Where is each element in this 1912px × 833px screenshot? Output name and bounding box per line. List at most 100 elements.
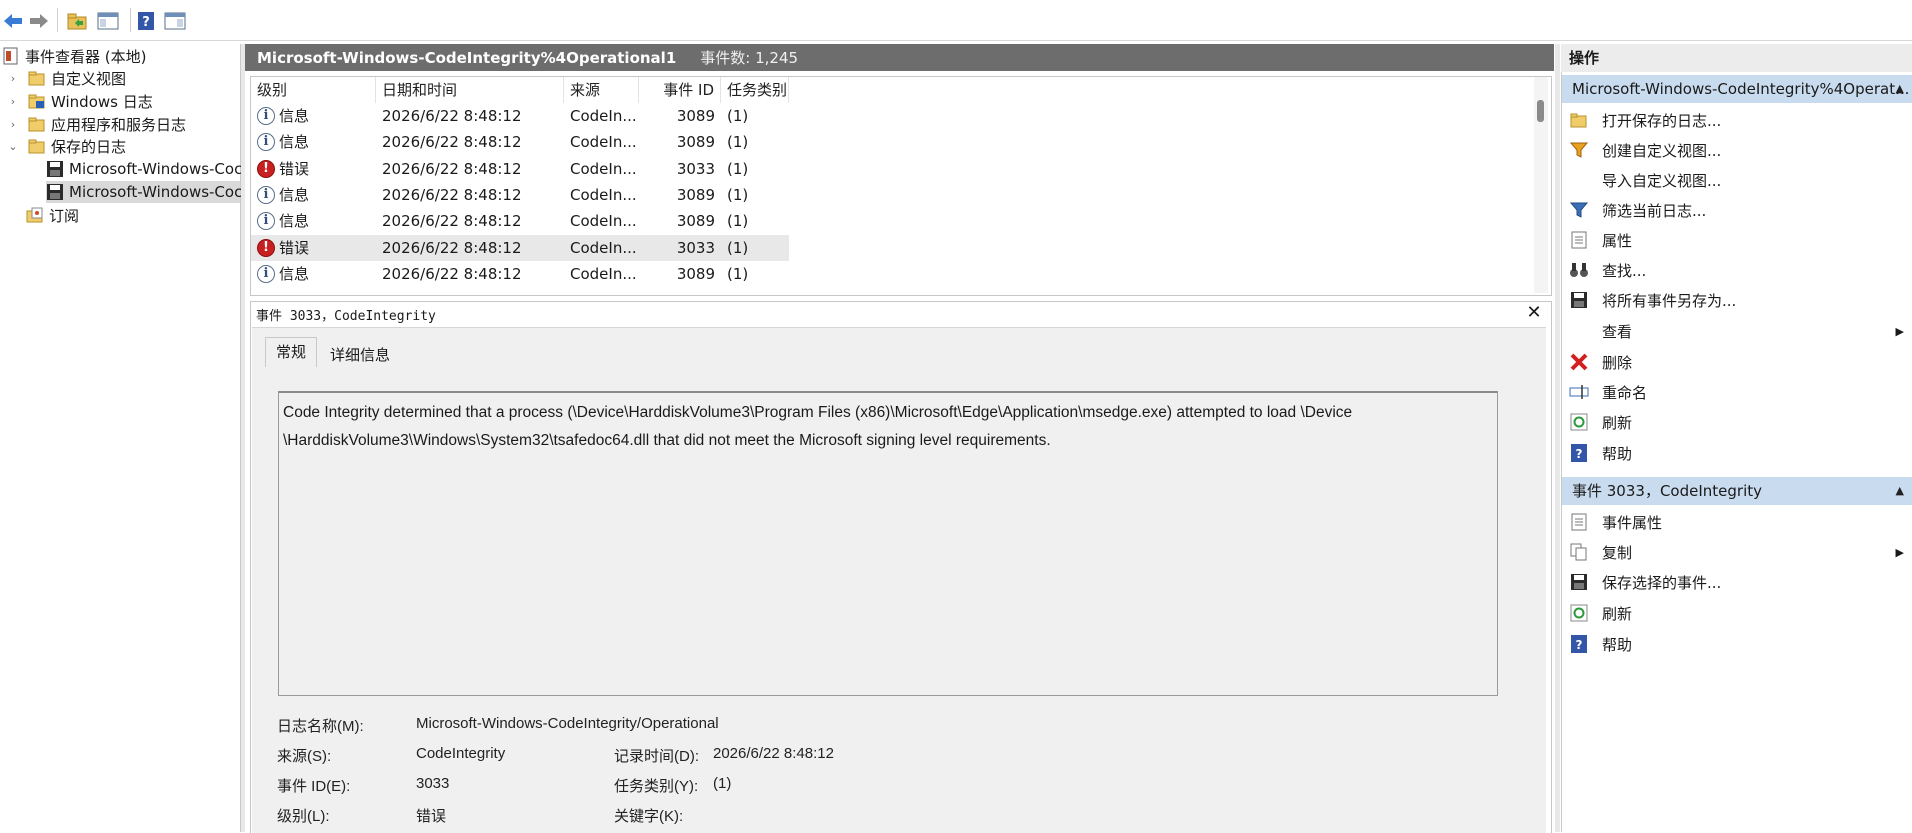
table-row[interactable]: i 信息 2026/6/22 8:48:12 CodeIn... 3089 (1) bbox=[251, 129, 789, 155]
tree-item-event-viewer-local[interactable]: 事件查看器 (本地) bbox=[2, 45, 146, 67]
cell-event-id: 3089 bbox=[676, 133, 715, 152]
blank-icon bbox=[1569, 321, 1589, 341]
cell-task: (1) bbox=[727, 159, 749, 178]
svg-text:?: ? bbox=[1576, 638, 1583, 652]
right-splitter[interactable] bbox=[1555, 44, 1560, 832]
error-icon: ! bbox=[257, 238, 275, 257]
action-label: 创建自定义视图... bbox=[1602, 141, 1722, 160]
action-label: 事件属性 bbox=[1602, 513, 1663, 532]
description-line-1: Code Integrity determined that a process… bbox=[283, 404, 1353, 421]
tree-label-saved-logs: 保存的日志 bbox=[51, 137, 127, 156]
tree-item-subscriptions[interactable]: 订阅 bbox=[26, 204, 79, 226]
column-header-source[interactable]: 来源 bbox=[564, 77, 639, 103]
action-label: 帮助 bbox=[1602, 635, 1633, 654]
table-row[interactable]: i 信息 2026/6/22 8:48:12 CodeIn... 3089 (1) bbox=[251, 103, 789, 129]
tree-item-saved-logs[interactable]: ⌄ 保存的日志 bbox=[6, 135, 126, 157]
event-id-value[interactable]: 3033 bbox=[416, 775, 449, 792]
tree-item-saved-log-2[interactable]: Microsoft-Windows-Coc bbox=[46, 181, 243, 203]
filter-icon bbox=[1569, 200, 1589, 220]
action-refresh[interactable]: 刷新 bbox=[1562, 408, 1912, 436]
close-icon[interactable]: ✕ bbox=[1524, 303, 1544, 323]
grid-scroll-thumb[interactable] bbox=[1537, 100, 1544, 122]
level-label: 级别(L): bbox=[277, 808, 330, 825]
action-help[interactable]: ? 帮助 bbox=[1562, 439, 1912, 467]
cell-datetime: 2026/6/22 8:48:12 bbox=[382, 185, 522, 204]
action-open-saved-log[interactable]: 打开保存的日志... bbox=[1562, 106, 1912, 134]
tree-item-saved-log-1[interactable]: Microsoft-Windows-Coc bbox=[46, 158, 242, 180]
left-splitter[interactable] bbox=[241, 44, 245, 832]
action-view[interactable]: 查看 ▶ bbox=[1562, 317, 1912, 345]
level-value[interactable]: 错误 bbox=[416, 805, 446, 826]
event-description[interactable]: Code Integrity determined that a process… bbox=[278, 391, 1498, 696]
chevron-down-icon[interactable]: ⌄ bbox=[6, 140, 20, 153]
collapse-icon[interactable]: ▲ bbox=[1896, 477, 1904, 505]
show-action-pane-icon[interactable] bbox=[162, 8, 188, 34]
chevron-right-icon[interactable]: › bbox=[6, 95, 20, 108]
action-properties[interactable]: 属性 bbox=[1562, 226, 1912, 254]
chevron-right-icon[interactable]: › bbox=[6, 72, 20, 85]
action-help-event[interactable]: ? 帮助 bbox=[1562, 630, 1912, 658]
task-category-value[interactable]: (1) bbox=[713, 775, 731, 792]
action-import-custom-view[interactable]: 导入自定义视图... bbox=[1562, 166, 1912, 194]
keywords-label: 关键字(K): bbox=[614, 808, 684, 825]
table-row[interactable]: i 信息 2026/6/22 8:48:12 CodeIn... 3089 (1) bbox=[251, 182, 789, 208]
column-header-datetime[interactable]: 日期和时间 bbox=[376, 77, 564, 103]
action-filter-current-log[interactable]: 筛选当前日志... bbox=[1562, 196, 1912, 224]
tab-details[interactable]: 详细信息 bbox=[320, 341, 400, 371]
table-row[interactable]: ! 错误 2026/6/22 8:48:12 CodeIn... 3033 (1) bbox=[251, 234, 789, 261]
log-name-value[interactable]: Microsoft-Windows-CodeIntegrity/Operatio… bbox=[416, 715, 719, 732]
actions-section-event[interactable]: 事件 3033，CodeIntegrity ▲ bbox=[1562, 477, 1912, 505]
table-row[interactable]: ! 错误 2026/6/22 8:48:12 CodeIn... 3033 (1) bbox=[251, 156, 789, 182]
cell-source: CodeIn... bbox=[570, 159, 637, 178]
show-tree-icon[interactable] bbox=[95, 8, 121, 34]
open-folder-icon bbox=[1569, 110, 1589, 130]
folder-icon bbox=[28, 69, 46, 87]
table-row[interactable]: i 信息 2026/6/22 8:48:12 CodeIn... 3089 (1) bbox=[251, 261, 789, 287]
actions-section-log-label: Microsoft-Windows-CodeIntegrity%4Operat.… bbox=[1572, 80, 1910, 98]
cell-task: (1) bbox=[727, 264, 749, 283]
action-create-custom-view[interactable]: 创建自定义视图... bbox=[1562, 136, 1912, 164]
action-save-selected-events[interactable]: 保存选择的事件... bbox=[1562, 568, 1912, 596]
action-label: 重命名 bbox=[1602, 383, 1648, 402]
cell-datetime: 2026/6/22 8:48:12 bbox=[382, 238, 522, 257]
action-copy[interactable]: 复制 ▶ bbox=[1562, 538, 1912, 566]
column-header-level[interactable]: 级别 bbox=[251, 77, 376, 103]
cell-datetime: 2026/6/22 8:48:12 bbox=[382, 159, 522, 178]
action-find[interactable]: 查找... bbox=[1562, 256, 1912, 284]
source-value[interactable]: CodeIntegrity bbox=[416, 745, 505, 762]
action-save-all-events-as[interactable]: 将所有事件另存为... bbox=[1562, 286, 1912, 314]
source-label: 来源(S): bbox=[277, 748, 332, 765]
back-arrow-icon[interactable] bbox=[0, 8, 26, 34]
tree-item-app-service-logs[interactable]: › 应用程序和服务日志 bbox=[6, 113, 186, 135]
tree-item-windows-logs[interactable]: › Windows 日志 bbox=[6, 90, 153, 112]
open-folder-icon[interactable] bbox=[64, 8, 90, 34]
action-label: 删除 bbox=[1602, 353, 1633, 372]
column-header-event-id[interactable]: 事件 ID bbox=[639, 77, 721, 103]
action-label: 查看 bbox=[1602, 322, 1633, 341]
cell-datetime: 2026/6/22 8:48:12 bbox=[382, 212, 522, 231]
collapse-icon[interactable]: ▲ bbox=[1896, 75, 1904, 103]
forward-arrow-icon[interactable] bbox=[26, 8, 52, 34]
column-header-task[interactable]: 任务类别 bbox=[721, 77, 789, 103]
tree-item-custom-views[interactable]: › 自定义视图 bbox=[6, 67, 126, 89]
actions-section-log[interactable]: Microsoft-Windows-CodeIntegrity%4Operat.… bbox=[1562, 75, 1912, 103]
table-row[interactable]: i 信息 2026/6/22 8:48:12 CodeIn... 3089 (1) bbox=[251, 208, 789, 234]
delete-x-icon bbox=[1569, 352, 1589, 372]
log-name-label: 日志名称(M): bbox=[277, 718, 364, 735]
help-icon[interactable]: ? bbox=[133, 8, 159, 34]
cell-source: CodeIn... bbox=[570, 264, 637, 283]
action-label: 属性 bbox=[1602, 231, 1633, 250]
tree-label-saved-log-2: Microsoft-Windows-Coc bbox=[69, 183, 243, 201]
action-rename[interactable]: 重命名 bbox=[1562, 378, 1912, 406]
tab-general[interactable]: 常规 bbox=[265, 337, 318, 367]
svg-text:?: ? bbox=[1576, 447, 1583, 461]
chevron-right-icon[interactable]: › bbox=[6, 118, 20, 131]
cell-source: CodeIn... bbox=[570, 107, 637, 125]
action-delete[interactable]: 删除 bbox=[1562, 348, 1912, 376]
svg-text:?: ? bbox=[142, 15, 150, 30]
logged-value[interactable]: 2026/6/22 8:48:12 bbox=[713, 745, 834, 762]
action-refresh-event[interactable]: 刷新 bbox=[1562, 599, 1912, 627]
log-header: Microsoft-Windows-CodeIntegrity%4Operati… bbox=[245, 44, 1554, 71]
action-event-properties[interactable]: 事件属性 bbox=[1562, 508, 1912, 536]
tree-label-app-service-logs: 应用程序和服务日志 bbox=[51, 115, 187, 134]
